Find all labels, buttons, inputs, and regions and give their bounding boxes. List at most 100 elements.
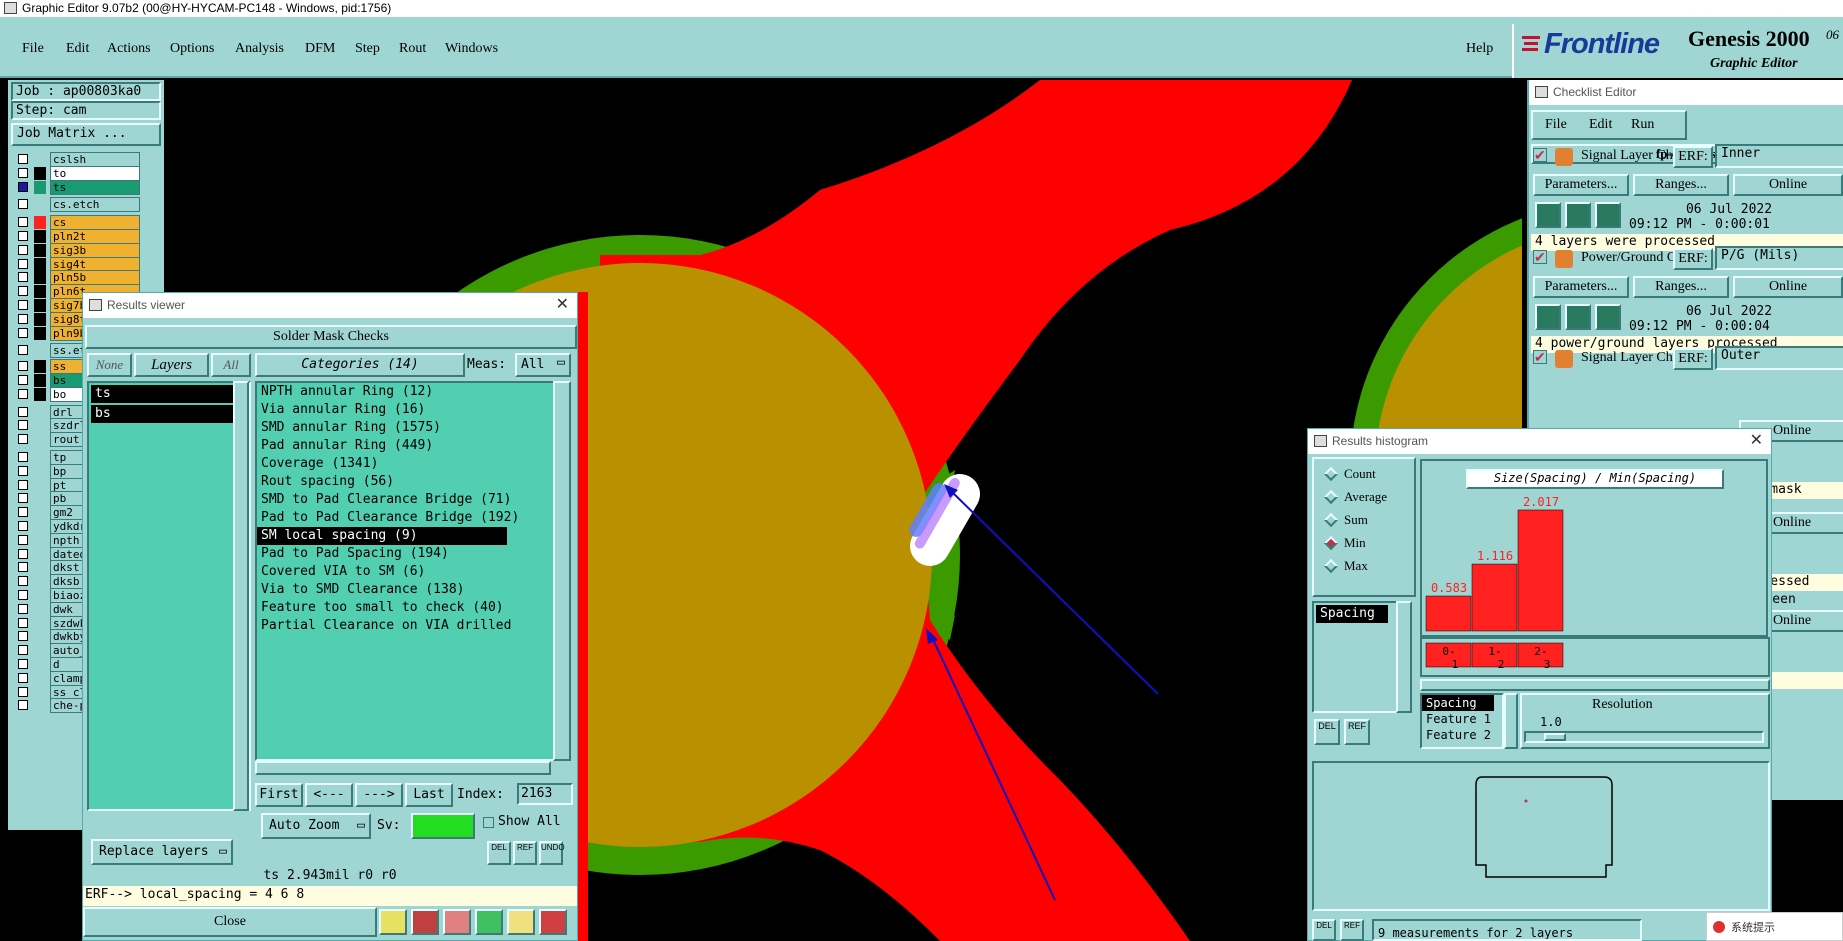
layer-checkbox[interactable]: [18, 507, 28, 518]
layer-checkbox[interactable]: [18, 361, 28, 372]
layer-checkbox[interactable]: [18, 434, 28, 445]
layer-checkbox[interactable]: [18, 217, 28, 228]
online-button[interactable]: Online: [1733, 276, 1843, 298]
layer-checkbox[interactable]: [18, 645, 28, 656]
online-button[interactable]: Online: [1733, 174, 1843, 196]
run-icon[interactable]: [1565, 304, 1591, 330]
list-item[interactable]: Spacing: [1422, 695, 1494, 711]
layer-name[interactable]: cs: [50, 215, 140, 231]
layer-checkbox[interactable]: [18, 154, 28, 164]
layer-color-swatch[interactable]: [34, 374, 46, 387]
category-item[interactable]: SMD to Pad Clearance Bridge (71): [257, 491, 511, 509]
layer-color-swatch[interactable]: [34, 271, 46, 285]
list-item[interactable]: ts: [91, 385, 233, 403]
layer-color-swatch[interactable]: [34, 506, 46, 520]
menu-help[interactable]: Help: [1466, 41, 1493, 57]
close-button[interactable]: Close: [83, 907, 377, 937]
tool-icon-3[interactable]: [443, 909, 471, 935]
layer-color-swatch[interactable]: [34, 547, 46, 561]
ref-button[interactable]: REF: [513, 841, 537, 865]
check-checkbox[interactable]: ✔: [1533, 350, 1547, 364]
tool-icon-2[interactable]: [411, 909, 439, 935]
category-item[interactable]: Via annular Ring (16): [257, 401, 507, 419]
layer-checkbox[interactable]: [18, 672, 28, 683]
histogram-list[interactable]: Spacing: [1312, 601, 1404, 713]
run-icon[interactable]: [1595, 202, 1621, 228]
layer-checkbox[interactable]: [18, 272, 28, 283]
layer-checkbox[interactable]: [18, 244, 28, 255]
layer-checkbox[interactable]: [18, 375, 28, 385]
layer-color-swatch[interactable]: [34, 405, 46, 419]
hist-ref-button[interactable]: REF: [1344, 719, 1370, 745]
list-item[interactable]: bs: [91, 405, 233, 423]
layer-color-swatch[interactable]: [34, 616, 46, 630]
layer-row-pln5b[interactable]: pln5b: [14, 270, 142, 286]
layer-color-swatch[interactable]: [34, 685, 46, 699]
layer-list-scrollbar[interactable]: [233, 381, 249, 811]
layer-checkbox[interactable]: [18, 420, 28, 431]
layer-color-swatch[interactable]: [34, 464, 46, 478]
mode-radio-min[interactable]: Min: [1323, 534, 1404, 554]
meas-dropdown[interactable]: All ▭: [515, 353, 571, 377]
menu-actions[interactable]: Actions: [107, 41, 151, 57]
menu-step[interactable]: Step: [355, 41, 380, 57]
layer-color-swatch[interactable]: [34, 419, 46, 433]
layer-color-swatch[interactable]: [34, 216, 46, 230]
layer-color-swatch[interactable]: [34, 326, 46, 340]
category-item[interactable]: Covered VIA to SM (6): [257, 563, 507, 581]
category-item[interactable]: Via to SMD Clearance (138): [257, 581, 507, 599]
tool-icon-5[interactable]: [507, 909, 535, 935]
layer-color-swatch[interactable]: [34, 433, 46, 447]
layer-checkbox[interactable]: [18, 181, 28, 192]
layer-color-swatch[interactable]: [34, 575, 46, 589]
layer-checkbox[interactable]: [18, 406, 28, 417]
layer-checkbox[interactable]: [18, 700, 28, 711]
list-item[interactable]: Feature 2: [1422, 727, 1502, 743]
category-item[interactable]: NPTH annular Ring (12): [257, 383, 507, 401]
layer-checkbox[interactable]: [18, 631, 28, 642]
footer-del-button[interactable]: DEL: [1312, 919, 1336, 941]
layer-row-cs-etch[interactable]: cs.etch: [14, 197, 142, 213]
hist-del-button[interactable]: DEL: [1314, 719, 1340, 745]
layer-checkbox[interactable]: [18, 286, 28, 297]
layer-name[interactable]: cs.etch: [50, 197, 140, 213]
layer-checkbox[interactable]: [18, 590, 28, 600]
mode-radio-sum[interactable]: Sum: [1323, 511, 1404, 531]
histogram-bar[interactable]: [1471, 563, 1518, 632]
slider-handle[interactable]: [1544, 733, 1566, 741]
run-icon[interactable]: [1535, 202, 1561, 228]
layer-color-swatch[interactable]: [34, 243, 46, 257]
erf-value[interactable]: P/G (Mils): [1715, 246, 1843, 270]
layer-color-swatch[interactable]: [34, 699, 46, 713]
categories-list[interactable]: NPTH annular Ring (12) Via annular Ring (…: [255, 381, 571, 761]
layer-row-to[interactable]: to: [14, 165, 142, 181]
category-item[interactable]: Pad annular Ring (449): [257, 437, 507, 455]
layer-color-swatch[interactable]: [34, 533, 46, 547]
layer-color-swatch[interactable]: [34, 312, 46, 326]
layer-color-swatch[interactable]: [34, 671, 46, 685]
layer-color-swatch[interactable]: [34, 561, 46, 575]
category-item[interactable]: Rout spacing (56): [257, 473, 507, 491]
layer-name[interactable]: to: [50, 165, 140, 181]
menu-analysis[interactable]: Analysis: [235, 41, 284, 57]
category-item[interactable]: SM local spacing (9): [257, 527, 507, 545]
menu-windows[interactable]: Windows: [445, 41, 498, 57]
menu-options[interactable]: Options: [170, 41, 214, 57]
layer-color-swatch[interactable]: [34, 180, 46, 194]
sv-color-dropdown[interactable]: [411, 813, 475, 839]
layer-color-swatch[interactable]: [34, 451, 46, 464]
histogram-bar[interactable]: [1517, 509, 1564, 632]
layer-color-swatch[interactable]: [34, 658, 46, 671]
category-item[interactable]: Pad to Pad Clearance Bridge (192): [257, 509, 519, 527]
layer-color-swatch[interactable]: [34, 492, 46, 506]
menu-dfm[interactable]: DFM: [305, 41, 335, 57]
histogram-hscrollbar[interactable]: [1420, 679, 1770, 691]
run-icon[interactable]: [1565, 202, 1591, 228]
layer-color-swatch[interactable]: [34, 257, 46, 271]
run-icon[interactable]: [1595, 304, 1621, 330]
footer-ref-button[interactable]: REF: [1340, 919, 1364, 941]
layer-checkbox[interactable]: [18, 231, 28, 241]
category-item[interactable]: Pad to Pad Spacing (194): [257, 545, 507, 563]
layer-checkbox[interactable]: [18, 167, 28, 178]
auto-zoom-dropdown[interactable]: Auto Zoom ▭: [261, 813, 371, 839]
